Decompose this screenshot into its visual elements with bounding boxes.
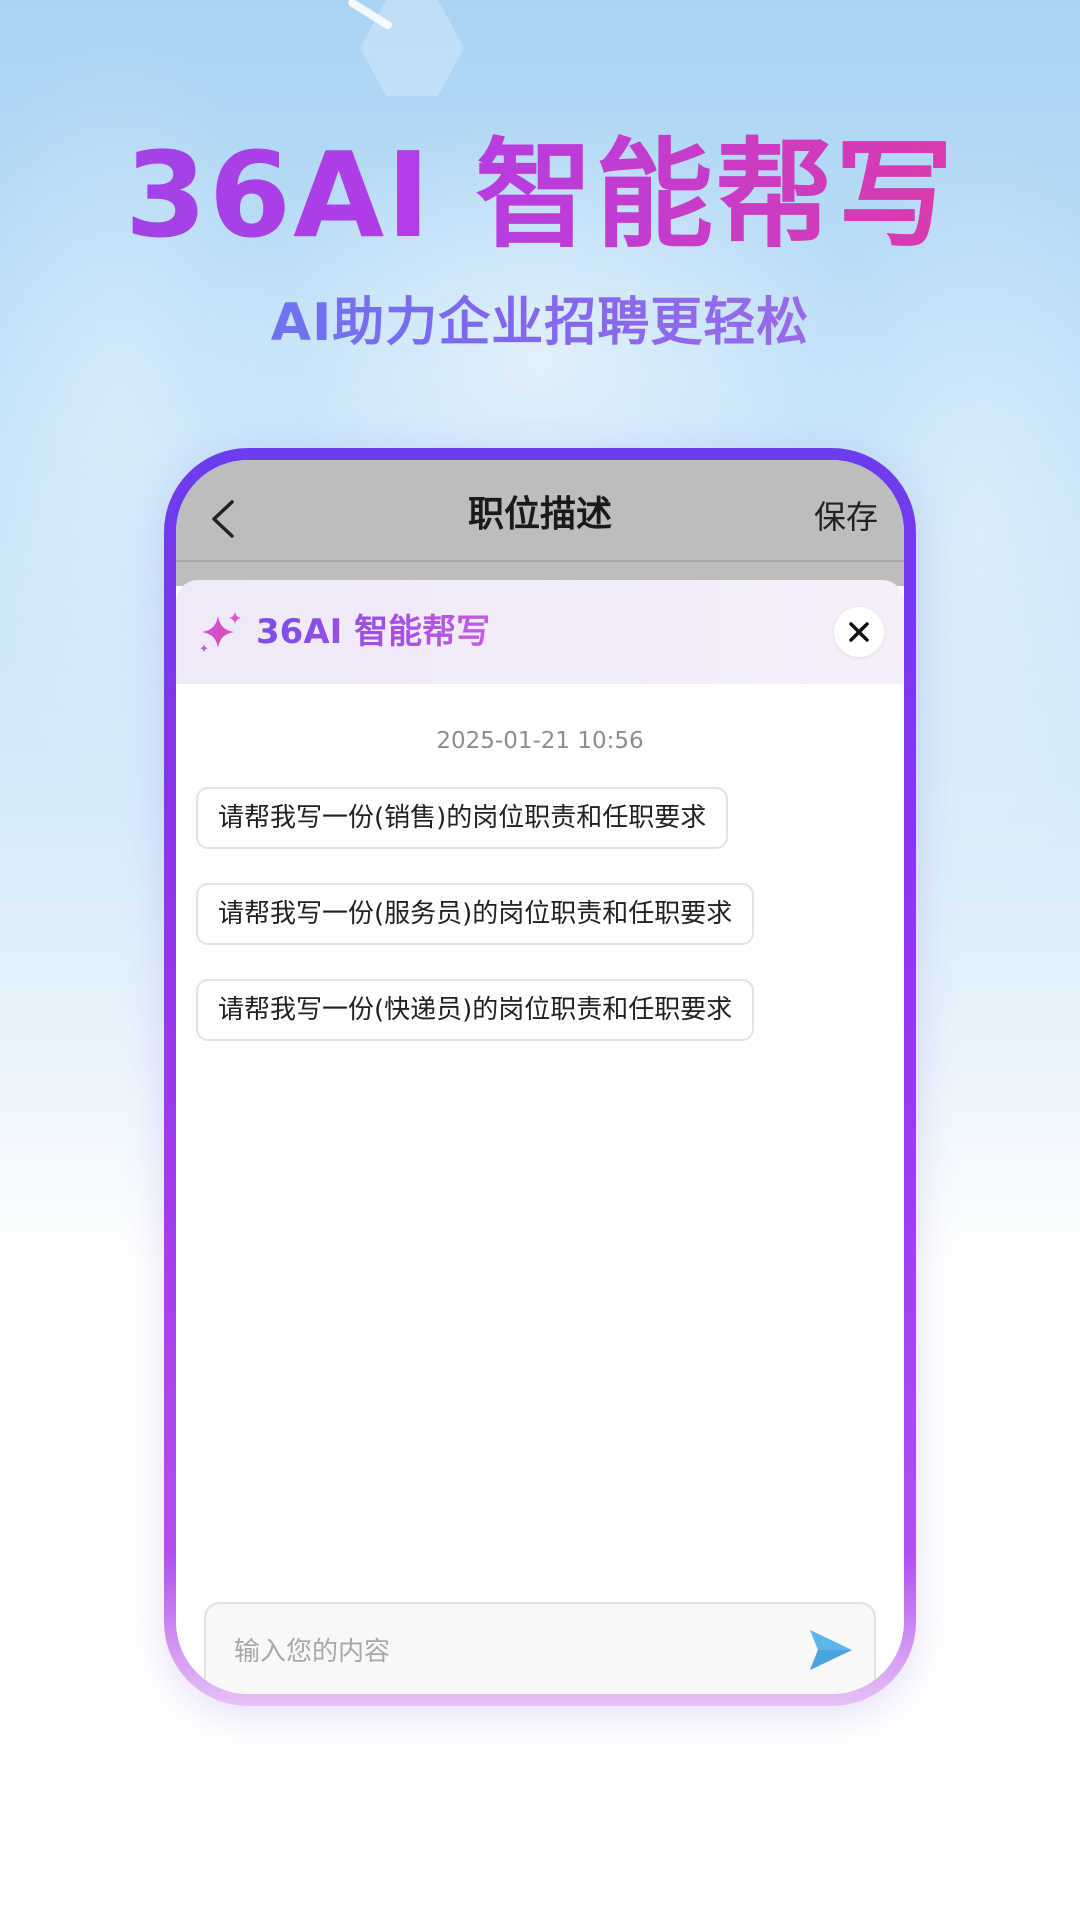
suggestion-chip[interactable]: 请帮我写一份(销售)的岗位职责和任职要求 <box>196 787 729 849</box>
message-input[interactable] <box>232 1626 776 1678</box>
suggestion-chip[interactable]: 请帮我写一份(快递员)的岗位职责和任职要求 <box>196 979 755 1041</box>
assistant-header: 36AI 智能帮写 <box>176 580 904 684</box>
save-button[interactable]: 保存 <box>814 494 878 540</box>
suggestion-chip[interactable]: 请帮我写一份(服务员)的岗位职责和任职要求 <box>196 883 755 945</box>
hero-subtitle: AI助力企业招聘更轻松 <box>0 288 1080 358</box>
close-button[interactable] <box>834 607 884 657</box>
assistant-title: 36AI 智能帮写 <box>256 608 490 656</box>
chat-timestamp: 2025-01-21 10:56 <box>436 728 644 754</box>
page-title: 职位描述 <box>467 494 612 535</box>
message-input-bar <box>204 1602 876 1694</box>
phone-screen: 职位描述 保存 36AI 智能帮写 2025-01-21 10:56 请帮我写一… <box>176 460 904 1694</box>
close-icon <box>849 622 869 642</box>
phone-frame: 职位描述 保存 36AI 智能帮写 2025-01-21 10:56 请帮我写一… <box>164 448 916 1706</box>
send-button[interactable] <box>806 1626 856 1674</box>
sparkle-icon <box>200 612 241 653</box>
hero-title: 36AI 智能帮写 <box>0 120 1080 270</box>
send-icon <box>810 1630 852 1670</box>
navbar: 职位描述 保存 <box>176 460 904 560</box>
